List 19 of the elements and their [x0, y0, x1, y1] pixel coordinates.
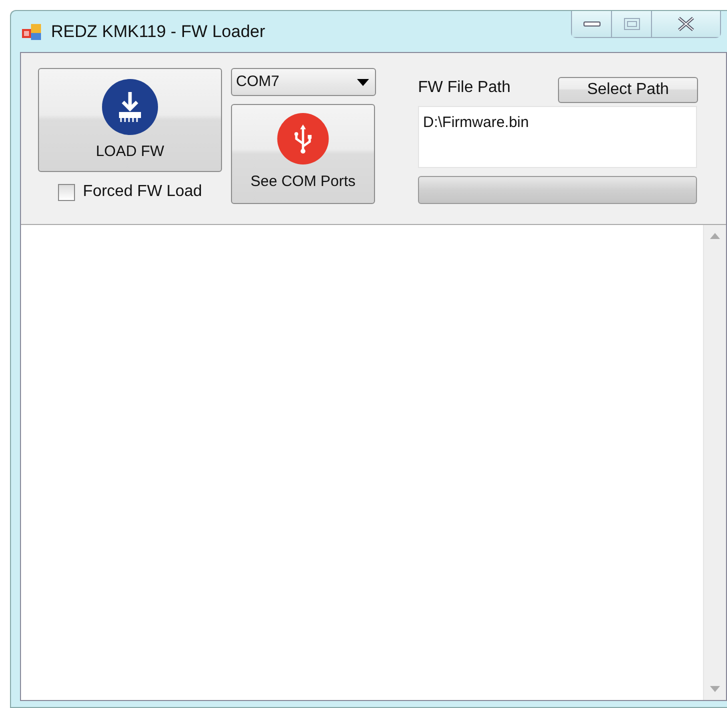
close-icon [676, 16, 696, 32]
close-button[interactable] [652, 11, 720, 37]
port-dropdown[interactable]: COM7 [231, 68, 376, 96]
usb-icon [276, 113, 330, 164]
scroll-up-icon [710, 233, 720, 239]
path-field[interactable]: D:\Firmware.bin [418, 106, 697, 168]
fw-file-path-label: FW File Path [418, 78, 510, 98]
forced-load-checkbox[interactable]: Forced FW Load [58, 180, 202, 204]
download-icon [102, 78, 158, 134]
window-title: REDZ KMK119 - FW Loader [51, 20, 266, 43]
minimize-button[interactable] [572, 11, 612, 37]
scroll-down-icon [710, 686, 720, 692]
minimize-icon [582, 21, 600, 27]
load-fw-button[interactable]: LOAD FW [38, 68, 222, 172]
scrollbar[interactable] [703, 225, 726, 700]
select-path-button[interactable]: Select Path [558, 77, 698, 103]
see-com-ports-button[interactable]: See COM Ports [231, 104, 375, 204]
maximize-icon [622, 17, 640, 31]
app-icon [21, 22, 43, 42]
